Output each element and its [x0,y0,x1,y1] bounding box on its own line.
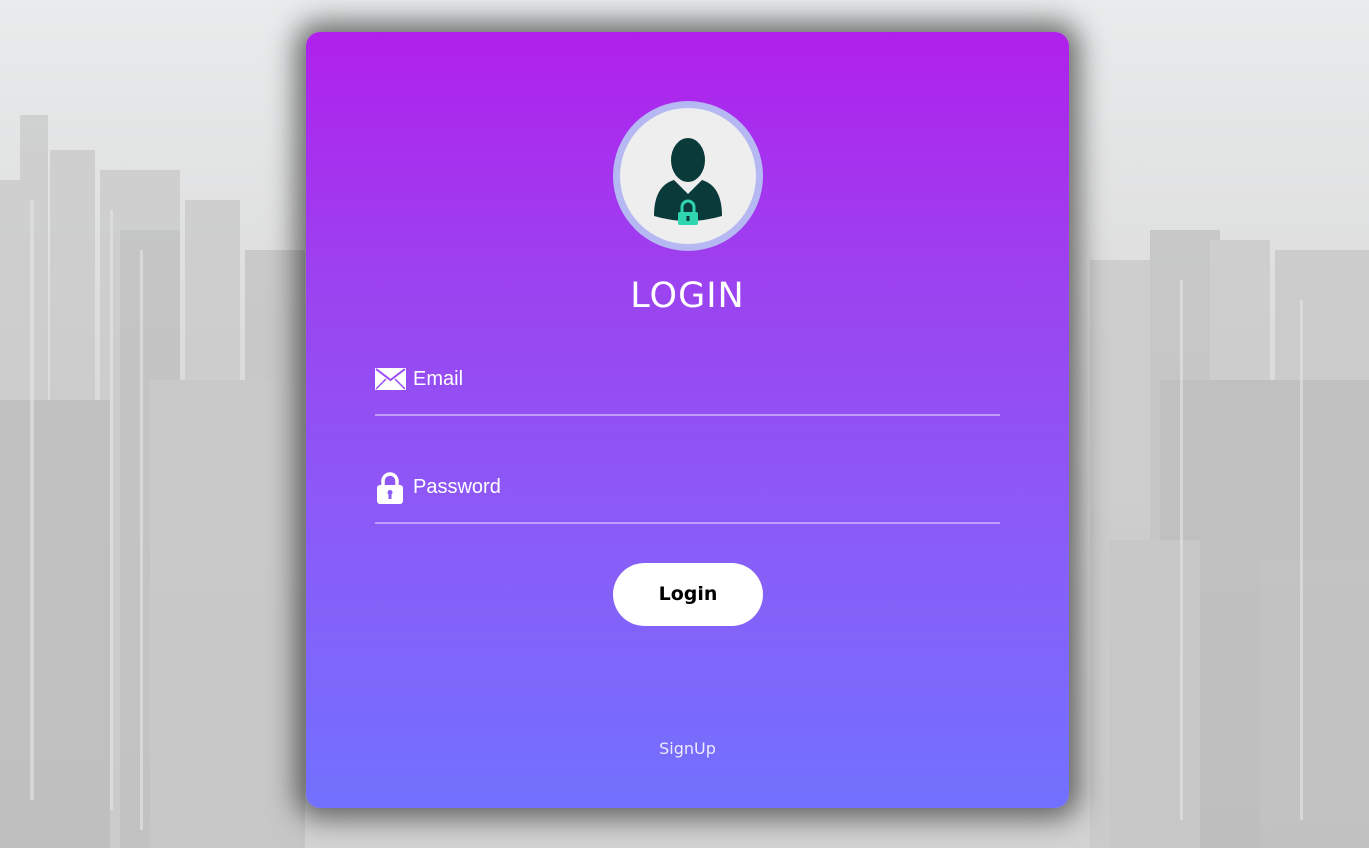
user-lock-icon [654,138,722,225]
password-field[interactable]: Password [375,472,1000,524]
login-button[interactable]: Login [613,563,763,626]
page-title: LOGIN [630,276,745,316]
avatar [613,101,763,251]
email-placeholder: Email [413,368,464,390]
password-placeholder: Password [413,476,501,498]
signup-link[interactable]: SignUp [306,739,1069,758]
login-card: LOGIN Email Password Login SignUp [306,32,1069,808]
email-field[interactable]: Email [375,366,1000,416]
